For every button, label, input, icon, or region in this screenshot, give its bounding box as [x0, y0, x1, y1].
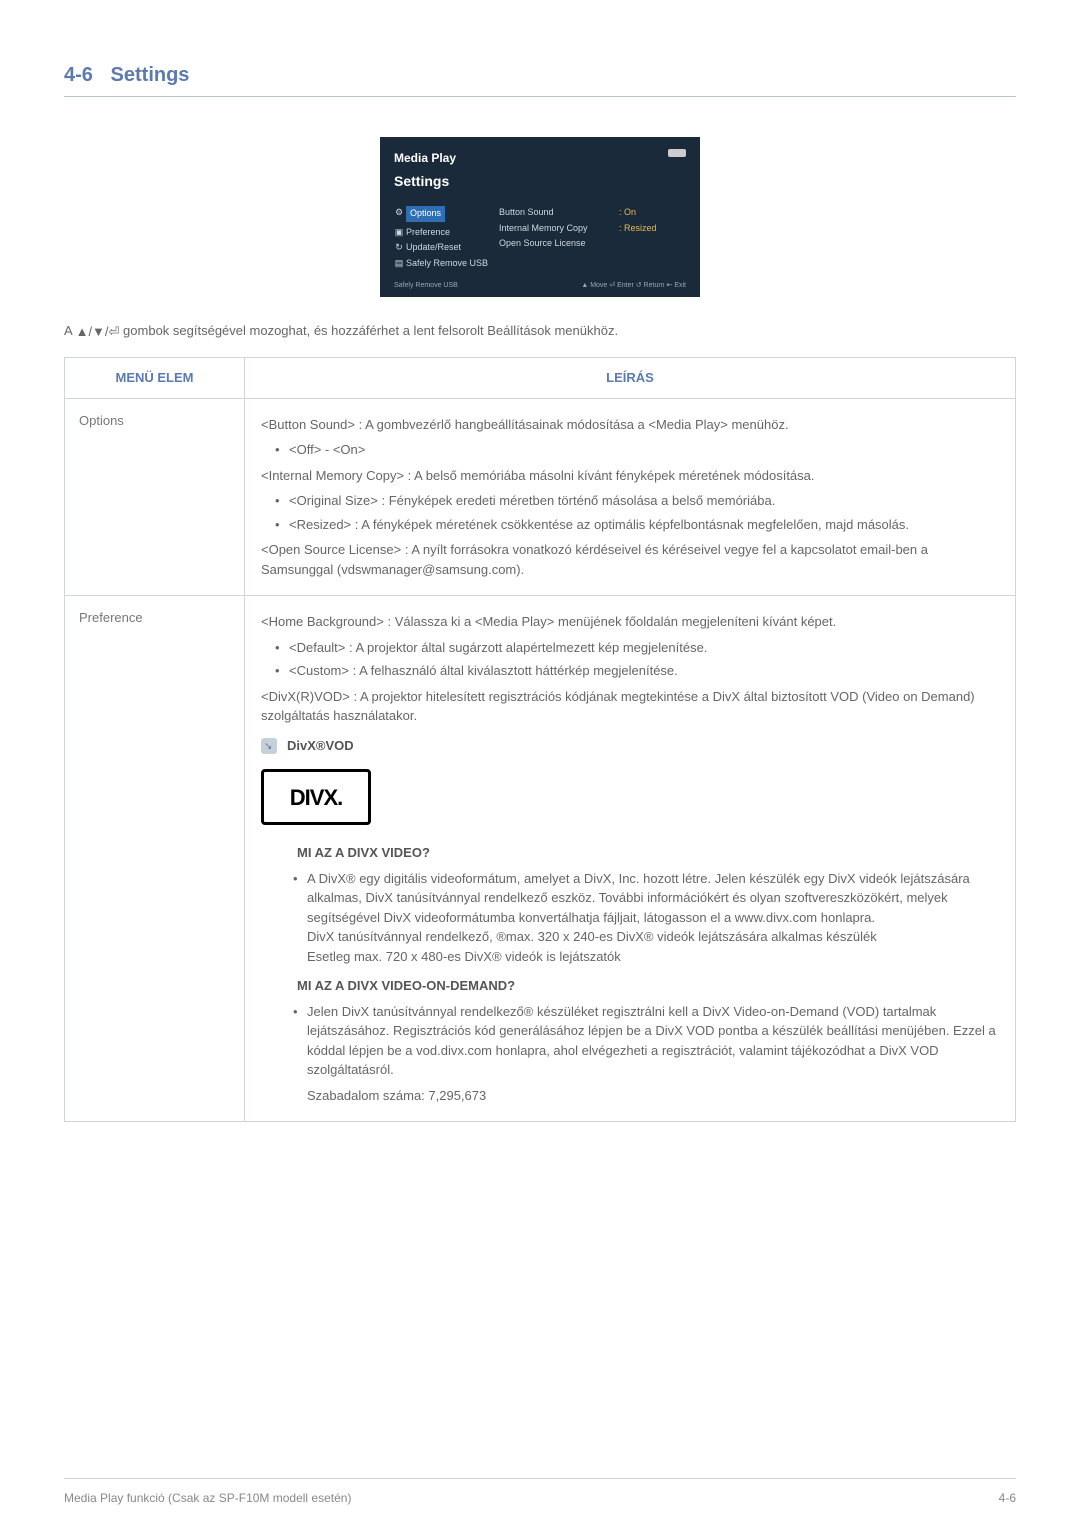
page-footer: Media Play funkció (Csak az SP-F10M mode… [64, 1478, 1016, 1507]
foot-right: ▲ Move ⏎ Enter ↺ Return ⇤ Exit [581, 281, 686, 292]
menu-item-update: Update/Reset [406, 242, 461, 252]
mid-item-button-sound: Button Sound [499, 206, 619, 220]
divx-p1-text: A DivX® egy digitális videoformátum, ame… [307, 871, 970, 925]
row-options-desc: <Button Sound> : A gombvezérlő hangbeáll… [245, 398, 1016, 596]
menu-item-options: Options [406, 206, 445, 222]
intro-text: A ▲/▼/⏎ gombok segítségével mozoghat, és… [64, 321, 1016, 341]
settings-table: MENÜ ELEM LEÍRÁS Options <Button Sound> … [64, 357, 1016, 1122]
value-resized: : Resized [619, 222, 657, 236]
intro-after: gombok segítségével mozoghat, és hozzáfé… [119, 323, 618, 338]
divx-heading-1: MI AZ A DIVX VIDEO? [297, 843, 999, 863]
table-head-menu: MENÜ ELEM [65, 358, 245, 399]
divx-note: DivX®VOD [261, 736, 999, 756]
gear-icon: ⚙ [394, 206, 404, 220]
home-bg-text: <Home Background> : Válassza ki a <Media… [261, 612, 999, 632]
button-sound-text: <Button Sound> : A gombvezérlő hangbeáll… [261, 415, 999, 435]
section-number: 4-6 [64, 64, 93, 86]
default-opt-text: <Default> : A projektor által sugárzott … [275, 638, 999, 658]
note-icon [261, 738, 277, 754]
screenshot-mid-menu: Button Sound Internal Memory Copy Open S… [499, 206, 619, 272]
divx-paragraph-1: A DivX® egy digitális videoformátum, ame… [293, 869, 999, 967]
settings-screenshot: Media Play Settings ⚙Options ▣Preference… [380, 137, 700, 297]
update-icon: ↻ [394, 241, 404, 255]
screenshot-left-menu: ⚙Options ▣Preference ↻Update/Reset ▤Safe… [394, 206, 499, 272]
section-header: 4-6 Settings [64, 60, 1016, 97]
osl-text: <Open Source License> : A nyílt források… [261, 540, 999, 579]
divx-logo: DIVX. [261, 769, 371, 825]
screenshot-subtitle: Settings [394, 171, 686, 192]
row-preference-label: Preference [65, 596, 245, 1122]
divx-paragraph-2: Jelen DivX tanúsítvánnyal rendelkező® ké… [293, 1002, 999, 1080]
divx-p1c-text: Esetleg max. 720 x 480-es DivX® videók i… [307, 949, 621, 964]
menu-item-preference: Preference [406, 227, 450, 237]
section-title: Settings [111, 64, 190, 86]
table-row: Options <Button Sound> : A gombvezérlő h… [65, 398, 1016, 596]
mid-item-imc: Internal Memory Copy [499, 222, 619, 236]
screenshot-title: Media Play [394, 149, 686, 167]
original-size-text: <Original Size> : Fényképek eredeti mére… [275, 491, 999, 511]
divx-note-text: DivX®VOD [287, 736, 354, 756]
footer-right: 4-6 [999, 1489, 1016, 1507]
screenshot-right-values: : On : Resized [619, 206, 657, 272]
nav-arrows-icon: ▲/▼/⏎ [76, 322, 120, 342]
patent-text: Szabadalom száma: 7,295,673 [307, 1086, 999, 1106]
table-row: Preference <Home Background> : Válassza … [65, 596, 1016, 1122]
row-options-label: Options [65, 398, 245, 596]
row-preference-desc: <Home Background> : Válassza ki a <Media… [245, 596, 1016, 1122]
divx-heading-2: MI AZ A DIVX VIDEO-ON-DEMAND? [297, 976, 999, 996]
menu-item-usb: Safely Remove USB [406, 258, 488, 268]
divx-vod-text: <DivX(R)VOD> : A projektor hitelesített … [261, 687, 999, 726]
intro-before: A [64, 323, 76, 338]
mid-item-osl: Open Source License [499, 237, 619, 251]
value-on: : On [619, 206, 657, 220]
resized-text: <Resized> : A fényképek méretének csökke… [275, 515, 999, 535]
footer-left: Media Play funkció (Csak az SP-F10M mode… [64, 1489, 351, 1507]
pref-icon: ▣ [394, 226, 404, 240]
usb-icon [668, 149, 686, 157]
custom-opt-text: <Custom> : A felhasználó által kiválaszt… [275, 661, 999, 681]
foot-left: Safely Remove USB [394, 281, 458, 292]
usb-remove-icon: ▤ [394, 257, 404, 271]
imc-text: <Internal Memory Copy> : A belső memóriá… [261, 466, 999, 486]
table-head-desc: LEÍRÁS [245, 358, 1016, 399]
off-on-text: <Off> - <On> [275, 440, 999, 460]
divx-p1b-text: DivX tanúsítvánnyal rendelkező, ®max. 32… [307, 929, 877, 944]
